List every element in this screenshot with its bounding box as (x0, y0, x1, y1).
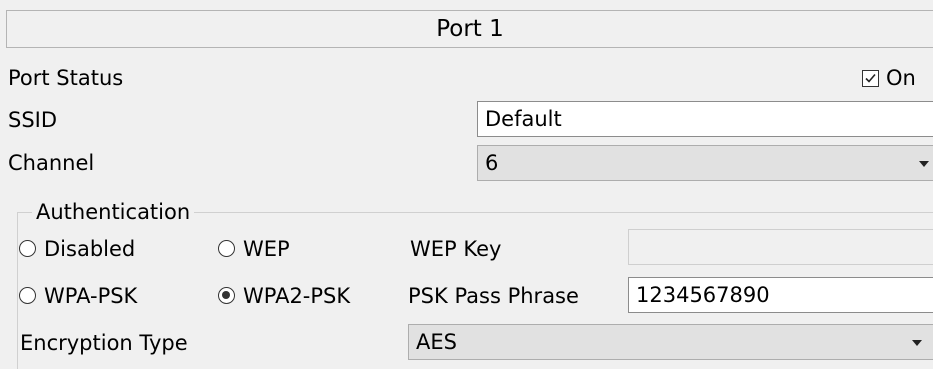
ssid-input[interactable]: Default (477, 101, 933, 137)
psk-pass-phrase-label: PSK Pass Phrase (408, 284, 579, 308)
authentication-group-label: Authentication (32, 199, 195, 225)
auth-disabled-label[interactable]: Disabled (44, 236, 135, 262)
channel-select[interactable]: 6 (477, 145, 933, 181)
encryption-type-value: AES (416, 330, 457, 354)
checkmark-icon (865, 73, 876, 83)
wep-key-input[interactable] (628, 229, 933, 265)
radio-selected-dot (222, 291, 230, 299)
encryption-type-select[interactable]: AES (408, 324, 933, 360)
auth-wep-radio[interactable] (218, 240, 235, 257)
auth-wpa-psk-label[interactable]: WPA-PSK (44, 283, 137, 309)
channel-select-value: 6 (485, 151, 499, 175)
auth-disabled-radio[interactable] (19, 240, 36, 257)
auth-wpa2-psk-label[interactable]: WPA2-PSK (243, 283, 350, 309)
chevron-down-icon (912, 340, 922, 346)
channel-label: Channel (8, 151, 95, 175)
encryption-type-label: Encryption Type (20, 331, 188, 355)
ssid-label: SSID (8, 108, 58, 132)
port-status-on-label[interactable]: On (886, 65, 916, 91)
port-status-label: Port Status (8, 66, 124, 90)
port-status-checkbox[interactable] (862, 70, 879, 87)
chevron-down-icon (919, 161, 929, 167)
auth-wpa-psk-radio[interactable] (19, 287, 36, 304)
auth-wep-label[interactable]: WEP (243, 236, 290, 262)
port-title: Port 1 (6, 10, 933, 48)
psk-pass-phrase-input[interactable]: 1234567890 (628, 277, 933, 313)
auth-wpa2-psk-radio[interactable] (218, 287, 235, 304)
wep-key-label: WEP Key (410, 237, 502, 261)
